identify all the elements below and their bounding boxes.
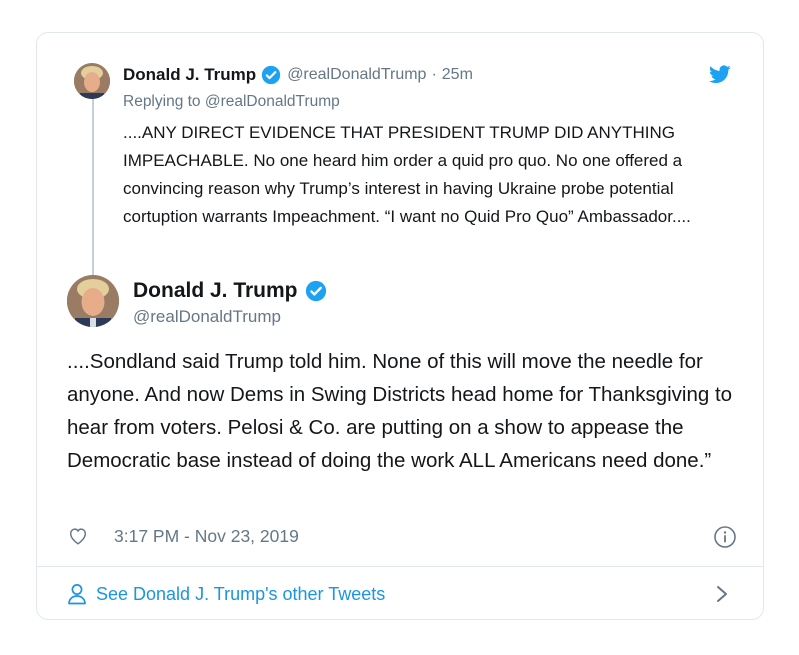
main-author-name[interactable]: Donald J. Trump [133,279,298,303]
main-author-name-row: Donald J. Trump [133,279,327,303]
heart-icon[interactable] [67,525,89,547]
person-icon [67,583,87,605]
see-other-tweets-label: See Donald J. Trump's other Tweets [96,583,386,604]
reply-time-ago[interactable]: 25m [442,66,473,84]
see-other-tweets-link[interactable]: See Donald J. Trump's other Tweets [67,579,385,609]
verified-badge-icon [261,65,281,85]
thread-connector-line [92,95,94,291]
tweet-timestamp[interactable]: 3:17 PM - Nov 23, 2019 [114,526,299,547]
verified-badge-icon [305,280,327,302]
reply-author-name[interactable]: Donald J. Trump [123,65,256,85]
twitter-bird-icon[interactable] [709,65,731,84]
main-tweet-text: ....Sondland said Trump told him. None o… [67,350,733,472]
reply-tweet-text: ....ANY DIRECT EVIDENCE THAT PRESIDENT T… [123,123,691,226]
separator-dot: · [431,66,437,83]
reply-author-handle[interactable]: @realDonaldTrump [287,66,426,84]
replying-to-label[interactable]: Replying to @realDonaldTrump [123,93,340,111]
tweet-meta-row: 3:17 PM - Nov 23, 2019 [67,521,737,551]
chevron-right-icon[interactable] [715,584,729,604]
reply-header: Donald J. Trump @realDonaldTrump · 25m [123,65,733,85]
info-icon[interactable] [713,525,737,549]
embedded-tweet-card: Donald J. Trump @realDonaldTrump · 25m R… [36,32,764,620]
reply-author-avatar[interactable] [74,63,110,99]
main-author-avatar[interactable] [67,275,119,327]
footer-divider [37,566,763,567]
main-author-handle[interactable]: @realDonaldTrump [133,307,281,327]
